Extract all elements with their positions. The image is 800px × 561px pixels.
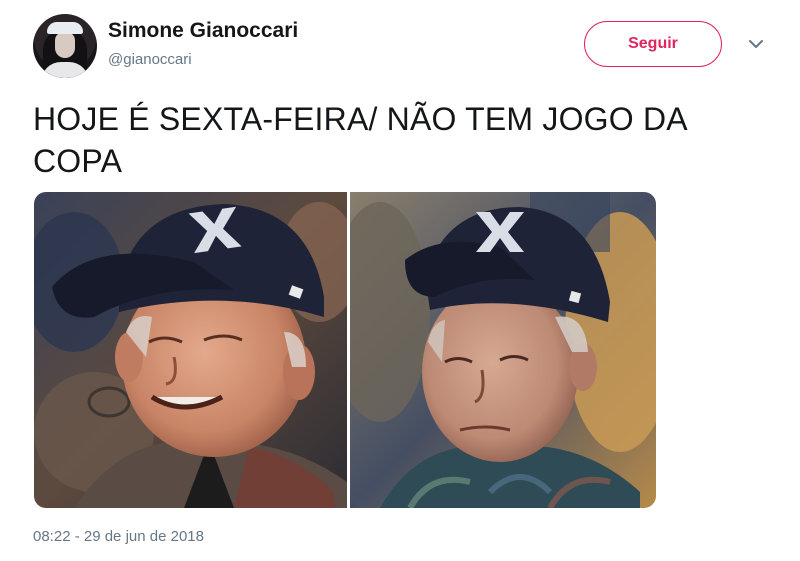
tweet-card: Simone Gianoccari @gianoccari Seguir HOJ… (0, 0, 800, 561)
chevron-down-icon[interactable] (746, 34, 766, 54)
follow-button[interactable]: Seguir (584, 21, 722, 67)
author-avatar[interactable] (33, 14, 97, 78)
tweet-media (34, 192, 656, 508)
avatar-face (55, 32, 75, 58)
photo-right[interactable] (350, 192, 656, 508)
avatar-cap (47, 22, 83, 34)
author-handle[interactable]: @gianoccari (108, 51, 192, 68)
photo-left[interactable] (34, 192, 347, 508)
tweet-text: HOJE É SEXTA-FEIRA/ NÃO TEM JOGO DA COPA (33, 101, 687, 179)
author-display-name[interactable]: Simone Gianoccari (108, 19, 298, 43)
tweet-timestamp[interactable]: 08:22 - 29 de jun de 2018 (33, 528, 204, 545)
